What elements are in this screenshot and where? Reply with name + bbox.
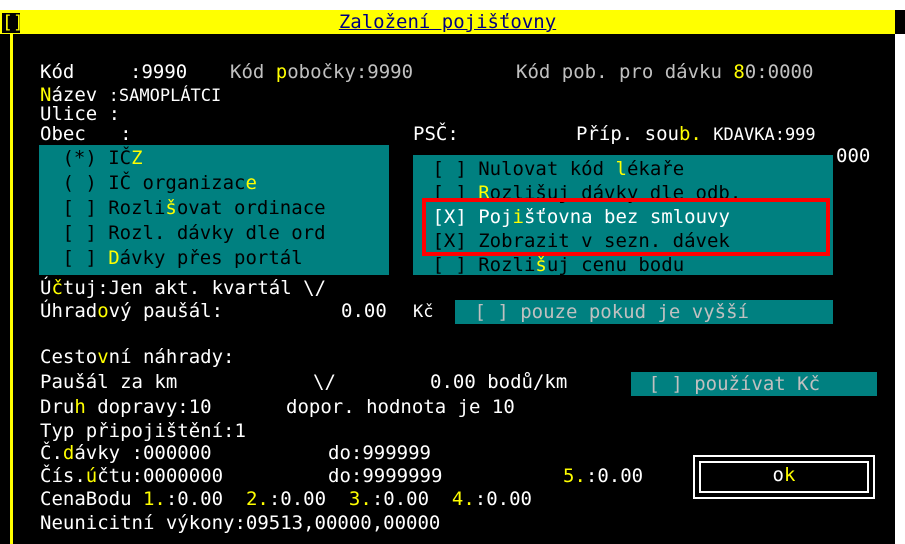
ulice-field[interactable]: Ulice : [40,104,120,124]
uhrad-amount[interactable]: 0.00 [341,301,387,321]
frame-left [10,34,13,544]
frame-right [895,34,905,544]
dos-screen: Založení pojišťovny [] Kód :9990 Kód pob… [0,0,905,544]
option-davky-pres-portal[interactable]: [ ] Dávky přes portál [51,248,302,268]
option-pouzivat-kc[interactable]: [ ] používat Kč [637,374,831,394]
pob-davka-field[interactable]: Kód pob. pro dávku 80:0000 [516,62,813,82]
cena-5-field[interactable]: 5.:0.00 [563,466,643,486]
pouzivat-kc-panel: [ ] používat Kč [631,372,877,396]
pausal-km-amount[interactable]: 0.00 bodů/km [430,372,567,392]
ok-button-label: ok [772,464,796,486]
cislo-davky-do[interactable]: do:999999 [328,443,431,463]
kod-value[interactable]: :9990 [130,62,187,82]
uhrad-pausal-field[interactable]: Úhradový paušál: [40,301,223,321]
top-strip [0,0,905,10]
partial-value: 000 [836,145,871,167]
cislo-uctu-do[interactable]: do:9999999 [328,466,442,486]
pausal-km-label: Paušál za km [40,371,178,393]
uhrad-currency: Kč [413,302,434,322]
cestovni-label: Cestovní náhrady: [40,346,235,368]
pobocka-field[interactable]: Kód pobočky:9990 [230,62,413,82]
window-title: Založení pojišťovny [338,11,557,33]
option-nulovat-kod-lekare[interactable]: [ ] Nulovat kód lékaře [421,159,684,179]
druh-dopravy-field[interactable]: Druh dopravy:10 [40,397,212,417]
left-options-panel: (*) IČZ ( ) IČ organizace [ ] Rozlišovat… [39,145,389,275]
option-pouze-pokud-je-vyssi[interactable]: [ ] pouze pokud je vyšší [463,302,760,322]
cena-bodu-row[interactable]: CenaBodu 1.:0.00 2.:0.00 3.:0.00 4.:0.00 [40,489,532,509]
prip-soub-field[interactable]: Příp. soub. KDAVKA:999 [576,124,816,145]
option-rozlisovat-ordinace[interactable]: [ ] Rozlišovat ordinace [51,198,325,218]
title-bar: Založení pojišťovny [0,10,895,34]
ok-button[interactable]: ok [693,455,875,499]
chevron-down-icon[interactable]: \/ [313,372,336,392]
option-icz[interactable]: (*) IČZ [51,148,142,168]
obec-field[interactable]: Obec : [40,124,132,144]
chevron-down-icon[interactable]: \/ [303,277,326,299]
typ-pripojisteni-field[interactable]: Typ připojištění:1 [40,421,246,441]
cislo-davky-field[interactable]: Č.dávky :000000 [40,443,212,463]
druh-hint: dopor. hodnota je 10 [286,396,515,418]
option-rozlisuj-cenu-bodu[interactable]: [ ] Rozlišuj cenu bodu [421,255,684,275]
option-rozl-davky-dle-ord[interactable]: [ ] Rozl. dávky dle ord [51,223,325,243]
kod-label: Kód [40,61,75,83]
close-icon[interactable]: [] [2,13,24,33]
uctuj-dropdown[interactable]: Účtuj:Jen akt. kvartál \/ [40,278,326,298]
highlight-box [422,198,830,256]
pouze-pokud-panel: [ ] pouze pokud je vyšší [455,300,833,324]
psc-field[interactable]: PSČ: [413,124,459,144]
neunicitni-vykony-field[interactable]: Neunicitní výkony:09513,00000,00000 [40,513,440,533]
option-ic-organizace[interactable]: ( ) IČ organizace [51,173,257,193]
cislo-uctu-field[interactable]: Čís.účtu:0000000 [40,466,223,486]
